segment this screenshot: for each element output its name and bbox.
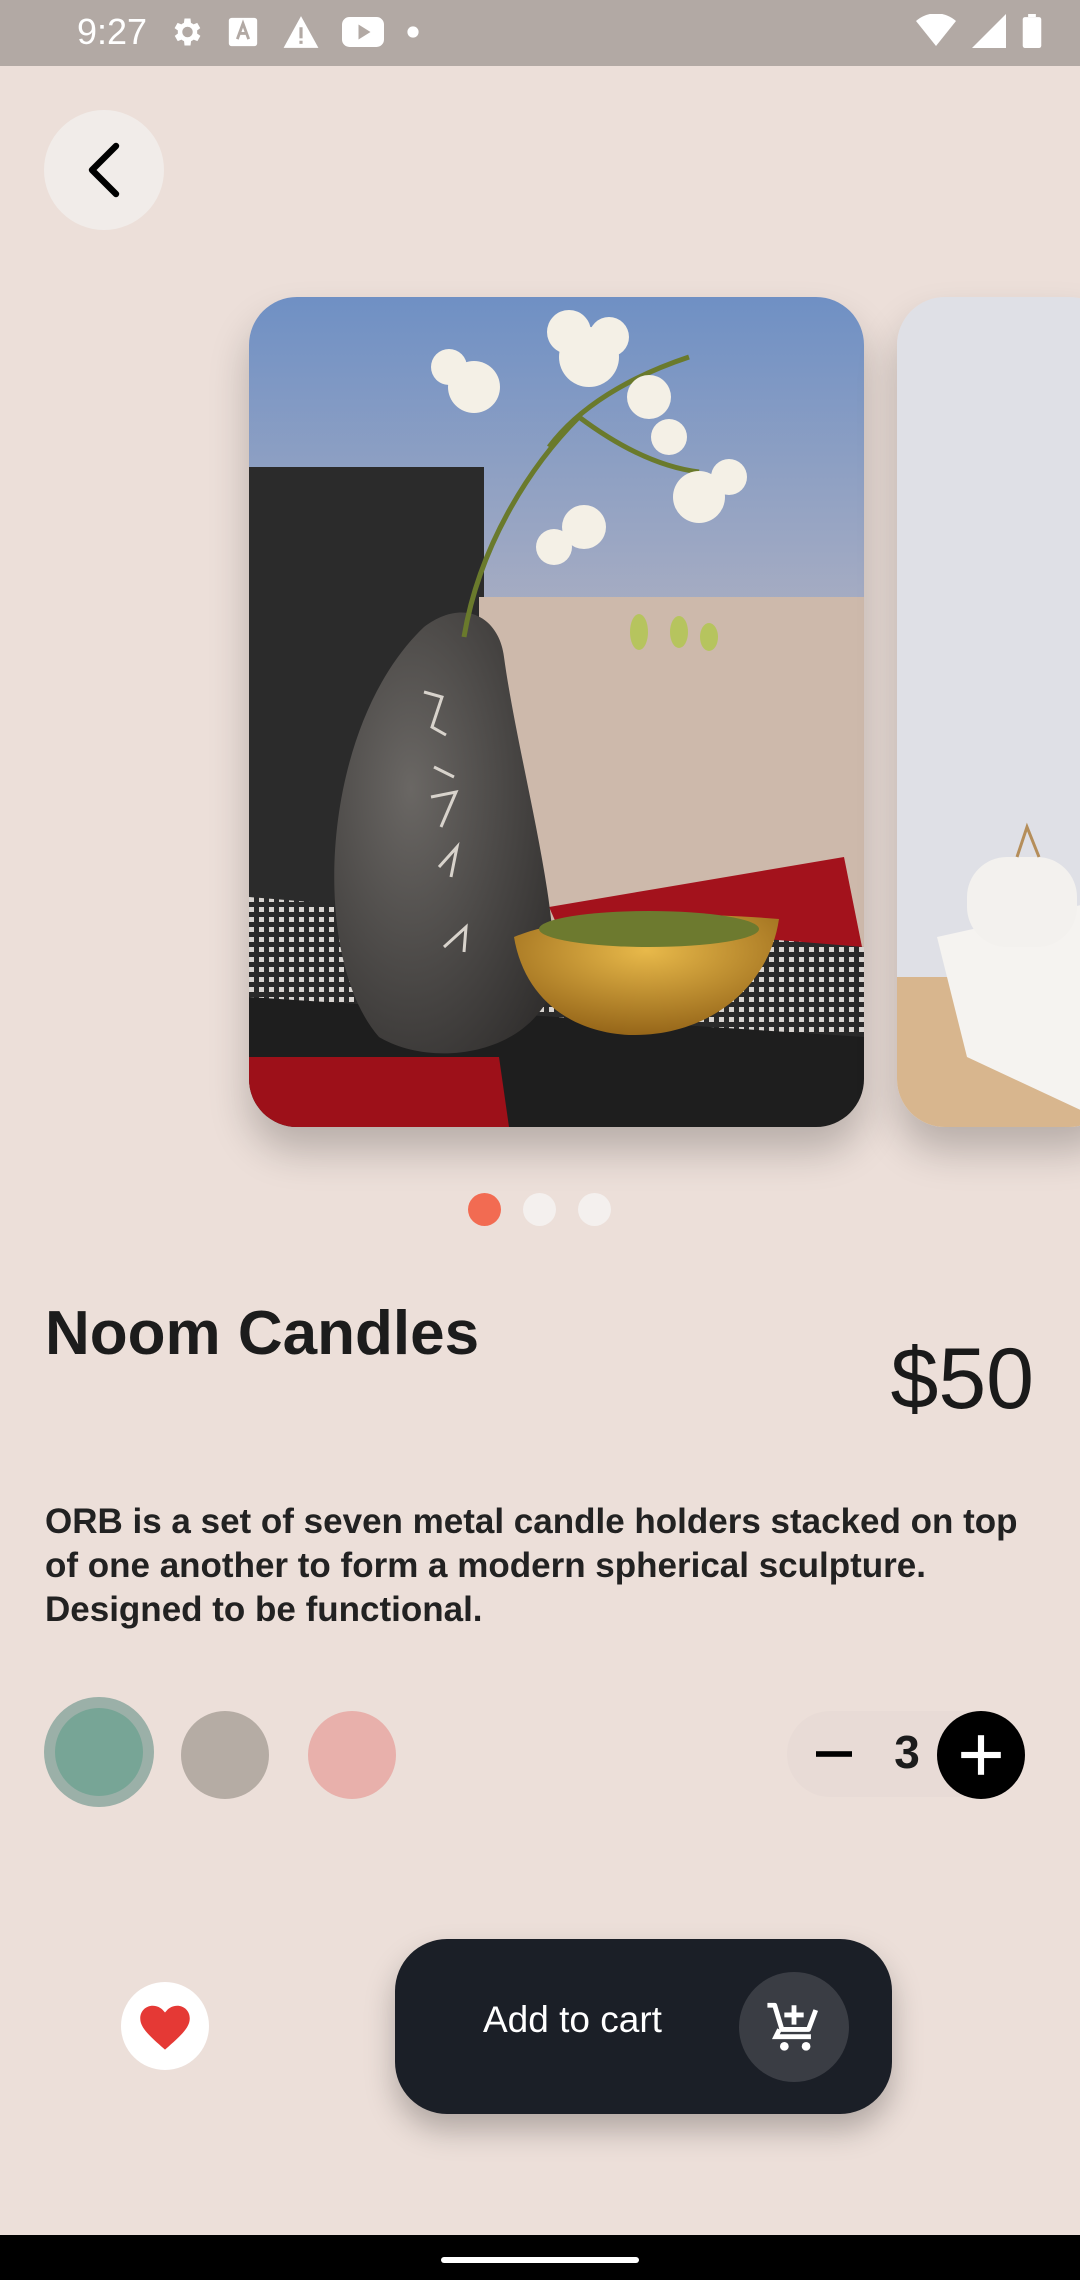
battery-icon [1022, 14, 1042, 48]
carousel-indicator [468, 1193, 611, 1226]
status-bar: 9:27 [0, 0, 1080, 66]
cart-plus-icon [767, 2002, 819, 2051]
cart-icon-container [739, 1972, 849, 2082]
color-swatch-pink[interactable] [308, 1711, 396, 1799]
signal-icon [972, 14, 1006, 48]
candle-photo [897, 297, 1080, 1127]
color-swatch-green[interactable] [55, 1708, 143, 1796]
warning-icon [283, 16, 319, 48]
favorite-button[interactable] [121, 1982, 209, 2070]
color-swatch-gray[interactable] [181, 1711, 269, 1799]
vase-photo [249, 297, 864, 1127]
carousel-dot[interactable] [578, 1193, 611, 1226]
status-system-icons [916, 14, 1042, 48]
increase-quantity-button[interactable] [937, 1711, 1025, 1799]
product-image-main[interactable] [249, 297, 864, 1127]
carousel-dot[interactable] [468, 1193, 501, 1226]
status-time: 9:27 [77, 11, 148, 52]
gear-icon [174, 18, 201, 46]
product-description: ORB is a set of seven metal candle holde… [45, 1502, 1018, 1629]
status-notification-icons [168, 14, 420, 50]
quantity-stepper: 3 [787, 1711, 1025, 1799]
add-to-cart-button[interactable]: Add to cart [395, 1939, 892, 2114]
back-button[interactable] [44, 110, 164, 230]
product-title: Noom Candles [45, 1299, 480, 1368]
text-a-icon [228, 17, 258, 47]
quantity-value: 3 [894, 1726, 920, 1778]
product-image-next[interactable] [897, 297, 1080, 1127]
carousel-dot[interactable] [523, 1193, 556, 1226]
decrease-quantity-button[interactable] [811, 1731, 857, 1777]
plus-icon [961, 1735, 1001, 1775]
add-to-cart-label: Add to cart [483, 1999, 662, 2040]
color-selector [44, 1697, 464, 1809]
system-nav-bar [0, 2235, 1080, 2280]
heart-icon [140, 2005, 190, 2050]
wifi-icon [916, 14, 956, 46]
chevron-left-icon [88, 142, 120, 198]
product-price: $50 [890, 1331, 1035, 1427]
youtube-icon [342, 17, 384, 47]
dot-icon [407, 26, 419, 38]
minus-icon [816, 1751, 852, 1757]
home-gesture-handle[interactable] [441, 2257, 639, 2263]
